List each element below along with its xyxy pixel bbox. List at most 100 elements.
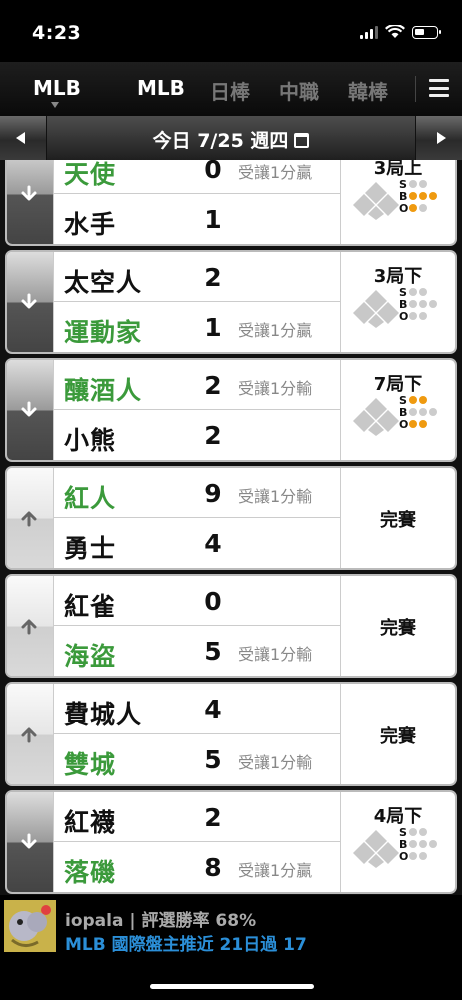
expand-toggle[interactable]	[7, 160, 53, 244]
collapse-up-icon	[21, 511, 37, 527]
team-rows: 紅人 9 受讓1分輸 勇士 4	[53, 468, 341, 568]
collapse-toggle[interactable]	[7, 576, 53, 676]
game-status: 完賽	[341, 468, 455, 568]
count-dot	[409, 204, 417, 212]
handicap-result: 受讓1分輸	[238, 645, 313, 664]
count-row-s: S	[399, 286, 451, 299]
team-rows: 紅雀 0 海盜 5 受讓1分輸	[53, 576, 341, 676]
handicap-result: 受讓1分贏	[238, 861, 313, 880]
team-score: 0	[204, 160, 222, 184]
team-name: 勇士	[64, 534, 117, 563]
team-name: 紅襪	[64, 808, 117, 837]
collapse-toggle[interactable]	[7, 684, 53, 784]
game-card[interactable]: 天使 0 受讓1分贏水手 1 3局上 S B O	[5, 160, 457, 246]
count-row-s: S	[399, 826, 451, 839]
count-dot	[419, 204, 427, 212]
game-card[interactable]: 紅襪 2 落磯 8 受讓1分贏 4局下 S B O	[5, 790, 457, 894]
expand-down-icon	[21, 833, 37, 849]
count-dot	[409, 288, 417, 296]
team-score: 5	[204, 745, 222, 774]
team-name: 落磯	[64, 858, 117, 887]
count-row-b: B	[399, 298, 451, 311]
banner-link[interactable]: MLB 國際盤主推近 21日過 17	[65, 930, 307, 955]
count-dot	[409, 396, 417, 404]
tab-cpbl[interactable]: 中職	[279, 76, 319, 105]
inning-label: 3局下	[373, 266, 423, 287]
team-rows: 太空人 2 運動家 1 受讓1分贏	[53, 252, 341, 352]
team-score: 1	[204, 205, 222, 234]
base-diamond-icon	[353, 290, 399, 328]
game-card[interactable]: 太空人 2 運動家 1 受讓1分贏 3局下 S B O	[5, 250, 457, 354]
count-dot	[419, 396, 427, 404]
banner-tipster[interactable]: iopala | 評選勝率 68%	[65, 906, 256, 931]
tab-kbo[interactable]: 韓棒	[348, 76, 388, 105]
team-row-home: 勇士 4	[54, 518, 340, 568]
count-dot	[429, 840, 437, 848]
team-score: 2	[204, 371, 222, 400]
team-name: 水手	[64, 210, 117, 239]
date-label: 今日 7/25 週四	[152, 130, 289, 152]
team-row-away: 費城人 4	[54, 684, 340, 734]
nav-divider	[415, 76, 416, 102]
home-indicator[interactable]	[150, 984, 314, 989]
tab-mlb[interactable]: MLB	[137, 76, 185, 100]
count-dot	[409, 828, 417, 836]
expand-down-icon	[21, 185, 37, 201]
expand-toggle[interactable]	[7, 360, 53, 460]
handicap-result: 受讓1分贏	[238, 321, 313, 340]
game-list[interactable]: 天使 0 受讓1分贏 水手 1 3局上 S B O 太空人 2 運動家 1 受讓1分贏 3局下 S B O 釀酒人 2…	[0, 160, 462, 895]
team-name: 雙城	[64, 750, 117, 779]
status-icons	[360, 25, 441, 39]
menu-icon[interactable]	[429, 79, 449, 97]
team-score: 0	[204, 587, 222, 616]
count-dot	[409, 312, 417, 320]
count-row-o: O	[399, 202, 451, 215]
collapse-toggle[interactable]	[7, 468, 53, 568]
count-dot	[409, 408, 417, 416]
team-score: 2	[204, 421, 222, 450]
game-card[interactable]: 釀酒人 2 受讓1分輸 小熊 2 7局下 S B O	[5, 358, 457, 462]
game-card[interactable]: 費城人 4 雙城 5 受讓1分輸 完賽	[5, 682, 457, 786]
final-label: 完賽	[380, 510, 416, 531]
game-status: 7局下 S B O	[341, 360, 455, 460]
team-row-home: 海盜 5 受讓1分輸	[54, 626, 340, 676]
expand-toggle[interactable]	[7, 252, 53, 352]
game-card[interactable]: 紅人 9 受讓1分輸 勇士 4 完賽	[5, 466, 457, 570]
game-status: 完賽	[341, 576, 455, 676]
team-name: 海盜	[64, 642, 117, 671]
team-row-away: 紅雀 0	[54, 576, 340, 626]
final-label: 完賽	[380, 726, 416, 747]
count-row-b: B	[399, 838, 451, 851]
handicap-result: 受讓1分輸	[238, 487, 313, 506]
tab-npb[interactable]: 日棒	[210, 76, 250, 105]
count-dot	[409, 180, 417, 188]
game-card[interactable]: 紅雀 0 海盜 5 受讓1分輸 完賽	[5, 574, 457, 678]
league-selector[interactable]: MLB	[33, 76, 81, 100]
team-row-away: 天使 0 受讓1分贏	[54, 160, 340, 194]
handicap-result: 受讓1分輸	[238, 379, 313, 398]
count-dot	[429, 300, 437, 308]
handicap-result: 受讓1分輸	[238, 753, 313, 772]
team-row-home: 落磯 8 受讓1分贏	[54, 842, 340, 892]
inning-label: 3局上	[373, 160, 423, 179]
arrow-left-icon[interactable]	[16, 132, 25, 144]
inning-label: 4局下	[373, 806, 423, 827]
count-dot	[419, 288, 427, 296]
team-score: 4	[204, 529, 222, 558]
team-row-home: 小熊 2	[54, 410, 340, 460]
count-dot	[409, 300, 417, 308]
date-selector[interactable]: 今日 7/25 週四	[46, 116, 416, 160]
team-rows: 費城人 4 雙城 5 受讓1分輸	[53, 684, 341, 784]
team-score: 9	[204, 479, 222, 508]
count-dot	[419, 852, 427, 860]
count-dot	[419, 420, 427, 428]
avatar	[4, 900, 56, 952]
ball-count: SBO	[399, 178, 451, 215]
calendar-icon[interactable]	[294, 133, 310, 148]
expand-toggle[interactable]	[7, 792, 53, 892]
arrow-right-icon[interactable]	[437, 132, 446, 144]
team-row-home: 運動家 1 受讓1分贏	[54, 302, 340, 352]
game-status: 3局下 S B O	[341, 252, 455, 352]
count-row-o: O	[399, 310, 451, 323]
team-name: 紅雀	[64, 592, 117, 621]
